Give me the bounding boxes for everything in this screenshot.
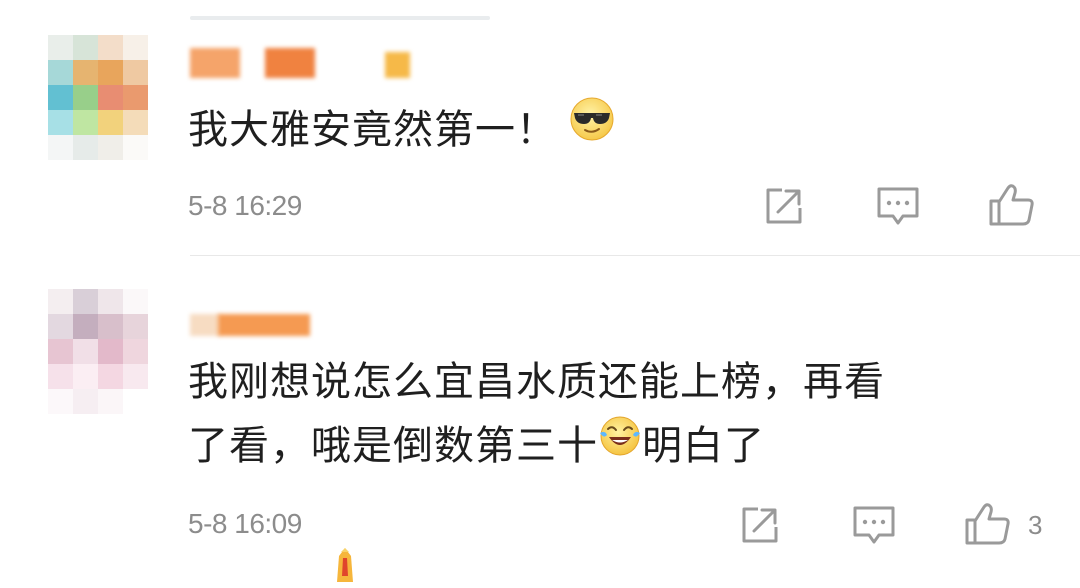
comment-text-segment: 明白了 — [642, 423, 765, 469]
like-button[interactable] — [962, 499, 1010, 547]
thumbs-up-icon — [965, 503, 1010, 545]
comment-text: 我大雅安竟然第一！ — [188, 96, 615, 165]
comment-icon — [877, 187, 919, 225]
comment-text-content: 我大雅安竟然第一！ — [188, 107, 557, 153]
username[interactable] — [190, 310, 370, 340]
like-button[interactable] — [986, 180, 1034, 228]
comment-item: 我刚想说怎么宜昌水质还能上榜，再看 了看，哦是倒数第三十 明白了 5-8 16:… — [0, 256, 1080, 582]
username[interactable] — [190, 48, 440, 78]
share-button[interactable] — [760, 182, 808, 230]
avatar[interactable] — [48, 289, 148, 419]
comment-text-line-1: 我刚想说怎么宜昌水质还能上榜，再看 — [188, 359, 885, 405]
comment-reply-button[interactable] — [874, 182, 922, 230]
avatar[interactable] — [48, 35, 148, 165]
share-button[interactable] — [736, 501, 784, 549]
thumbs-up-icon — [989, 184, 1034, 226]
comment-time: 5-8 16:09 — [188, 508, 302, 539]
comment-text: 我刚想说怎么宜昌水质还能上榜，再看 了看，哦是倒数第三十 明白了 — [188, 350, 885, 480]
comment-text-line-2: 了看，哦是倒数第三十 明白了 — [188, 414, 885, 480]
comment-item: 我大雅安竟然第一！ 5-8 16:29 — [0, 0, 1080, 256]
share-icon — [742, 507, 778, 543]
share-icon — [766, 188, 802, 224]
laughing-crying-face-icon — [598, 412, 642, 476]
comment-time: 5-8 16:29 — [188, 190, 302, 221]
like-count: 3 — [1028, 510, 1043, 540]
comment-text-segment: 了看，哦是倒数第三十 — [188, 423, 598, 469]
vip-badge-icon — [333, 546, 357, 584]
comment-icon — [853, 506, 895, 544]
comment-reply-button[interactable] — [850, 501, 898, 549]
sunglasses-face-icon — [569, 96, 615, 161]
